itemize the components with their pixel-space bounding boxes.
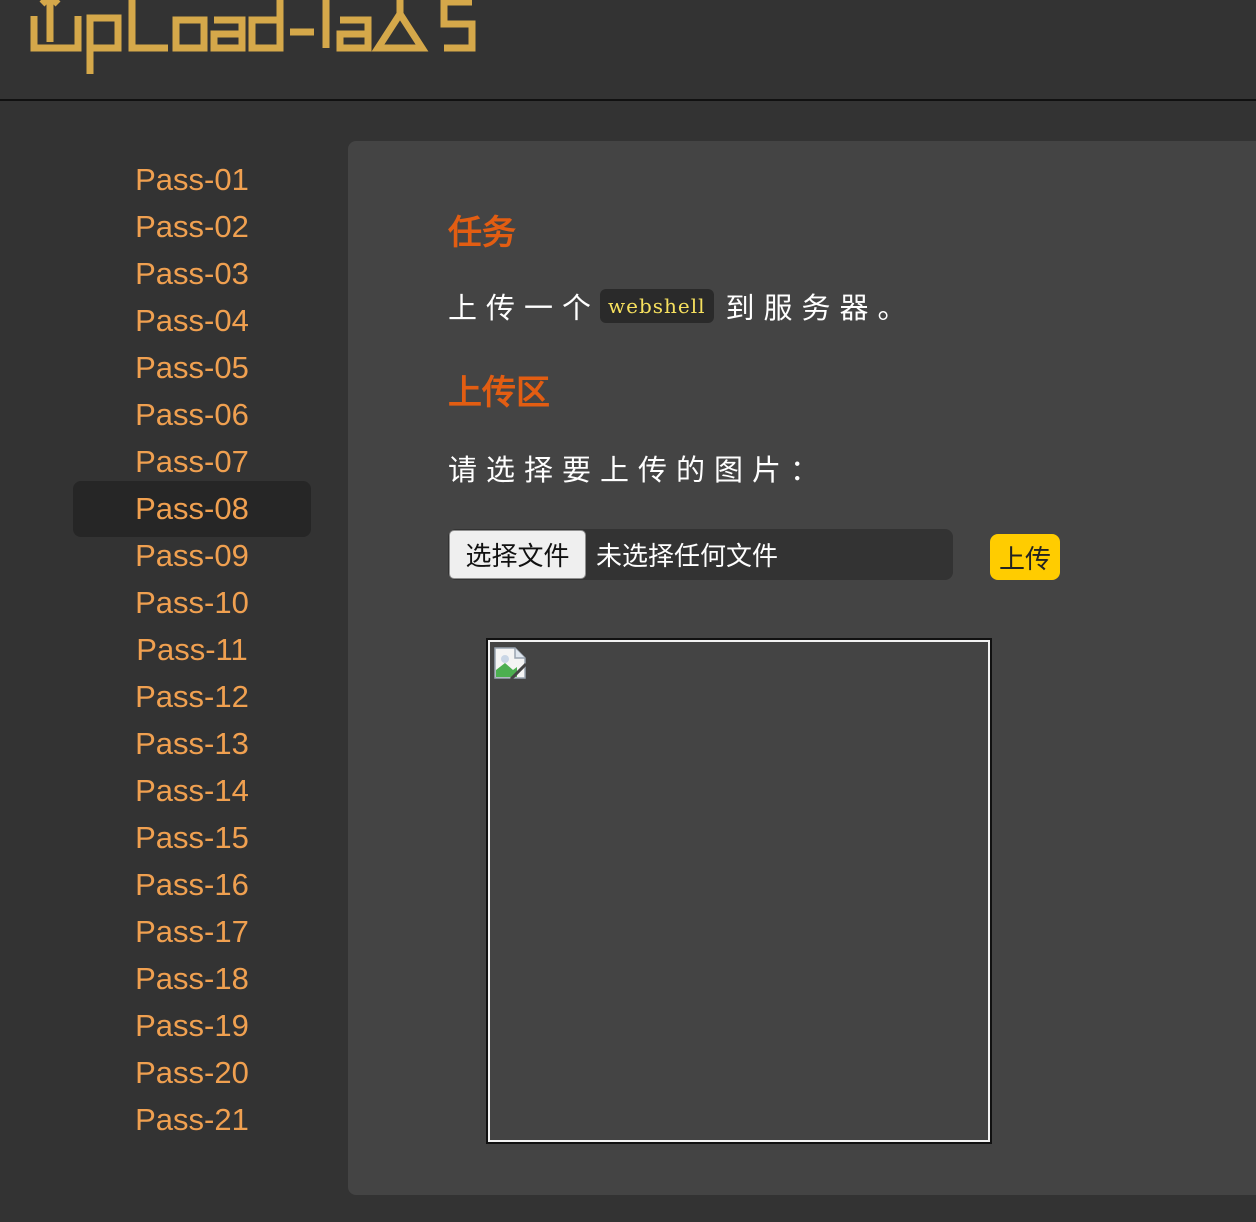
header	[0, 0, 1256, 101]
sidebar-item-pass-17[interactable]: Pass-17	[73, 908, 311, 955]
file-input[interactable]: 选择文件 未选择任何文件	[448, 529, 953, 580]
sidebar-item-pass-07[interactable]: Pass-07	[73, 438, 311, 485]
upload-labs-logo	[30, 0, 476, 74]
sidebar-item-pass-16[interactable]: Pass-16	[73, 861, 311, 908]
sidebar-nav: Pass-01 Pass-02 Pass-03 Pass-04 Pass-05 Pass-…	[73, 156, 311, 1143]
sidebar-item-pass-11[interactable]: Pass-11	[73, 626, 311, 673]
sidebar-item-pass-19[interactable]: Pass-19	[73, 1002, 311, 1049]
sidebar-item-pass-06[interactable]: Pass-06	[73, 391, 311, 438]
sidebar-item-pass-12[interactable]: Pass-12	[73, 673, 311, 720]
webshell-code-tag: webshell	[600, 289, 714, 323]
sidebar-item-pass-18[interactable]: Pass-18	[73, 955, 311, 1002]
main-content: 任务 上传一个 webshell 到服务器。 上传区 请选择要上传的图片： 选择…	[348, 141, 1256, 1195]
image-preview	[486, 638, 992, 1144]
sidebar-item-pass-14[interactable]: Pass-14	[73, 767, 311, 814]
upload-area-title: 上传区	[448, 373, 550, 413]
sidebar-item-pass-09[interactable]: Pass-09	[73, 532, 311, 579]
task-text-after: 到服务器。	[725, 291, 916, 325]
sidebar-item-pass-08[interactable]: Pass-08	[73, 481, 311, 537]
sidebar-item-pass-05[interactable]: Pass-05	[73, 344, 311, 391]
task-description: 上传一个 webshell 到服务器。	[448, 285, 916, 327]
file-status-text: 未选择任何文件	[596, 542, 779, 572]
upload-prompt: 请选择要上传的图片：	[448, 453, 829, 487]
sidebar-item-pass-04[interactable]: Pass-04	[73, 297, 311, 344]
site-logo[interactable]	[28, 0, 488, 74]
sidebar-item-pass-10[interactable]: Pass-10	[73, 579, 311, 626]
sidebar-item-pass-02[interactable]: Pass-02	[73, 203, 311, 250]
sidebar-item-pass-01[interactable]: Pass-01	[73, 156, 311, 203]
broken-image-icon	[494, 647, 527, 680]
sidebar-item-pass-15[interactable]: Pass-15	[73, 814, 311, 861]
upload-button[interactable]: 上传	[990, 534, 1060, 580]
choose-file-button[interactable]: 选择文件	[449, 530, 586, 579]
sidebar-item-pass-20[interactable]: Pass-20	[73, 1049, 311, 1096]
task-text-before: 上传一个	[448, 291, 601, 325]
sidebar-item-pass-03[interactable]: Pass-03	[73, 250, 311, 297]
sidebar-item-pass-21[interactable]: Pass-21	[73, 1096, 311, 1143]
sidebar-item-pass-13[interactable]: Pass-13	[73, 720, 311, 767]
task-title: 任务	[448, 213, 516, 253]
